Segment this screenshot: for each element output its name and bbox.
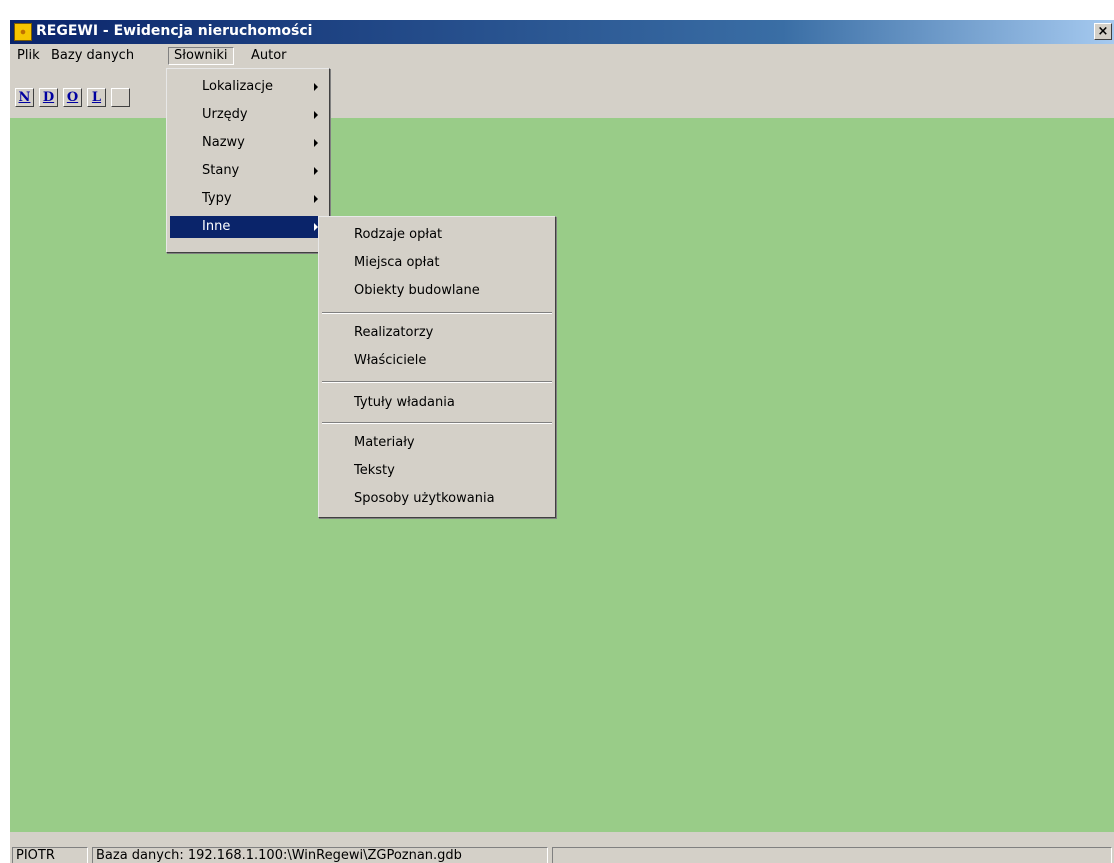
- menu-item-typy[interactable]: Typy: [170, 188, 326, 210]
- menu-item-wlasciciele[interactable]: Właściciele: [322, 350, 552, 372]
- menu-item-lokalizacje[interactable]: Lokalizacje: [170, 76, 326, 98]
- close-button[interactable]: ×: [1094, 23, 1112, 40]
- menu-plik[interactable]: Plik: [12, 47, 45, 65]
- toolbar-button-extra[interactable]: [111, 88, 130, 107]
- menu-bazy-danych[interactable]: Bazy danych: [46, 47, 139, 65]
- menu-item-label: Inne: [202, 219, 231, 234]
- menu-item-label: Urzędy: [202, 107, 248, 122]
- submenu-arrow-icon: [314, 195, 318, 203]
- toolbar-button-o[interactable]: O: [63, 88, 82, 107]
- submenu-arrow-icon: [314, 167, 318, 175]
- menu-slowniki[interactable]: Słowniki: [168, 47, 234, 65]
- menu-item-label: Stany: [202, 163, 240, 178]
- menu-item-tytuly-wladania[interactable]: Tytuły władania: [322, 392, 552, 414]
- menu-item-stany[interactable]: Stany: [170, 160, 326, 182]
- menu-item-label: Nazwy: [202, 135, 245, 150]
- toolbar-button-l[interactable]: L: [87, 88, 106, 107]
- menu-item-obiekty-budowlane[interactable]: Obiekty budowlane: [322, 280, 552, 302]
- submenu-arrow-icon: [314, 111, 318, 119]
- menu-item-sposoby-uzytkowania[interactable]: Sposoby użytkowania: [322, 488, 552, 510]
- menu-item-materialy[interactable]: Materiały: [322, 432, 552, 454]
- menu-item-nazwy[interactable]: Nazwy: [170, 132, 326, 154]
- menu-item-rodzaje-oplat[interactable]: Rodzaje opłat: [322, 224, 552, 246]
- menu-separator: [322, 312, 552, 314]
- menu-separator: [322, 381, 552, 383]
- menu-item-miejsca-oplat[interactable]: Miejsca opłat: [322, 252, 552, 274]
- menu-bar: Plik Bazy danych Słowniki Autor: [10, 44, 1114, 68]
- app-icon: [14, 23, 32, 41]
- status-extra: [552, 847, 1112, 863]
- slowniki-menu: Lokalizacje Urzędy Nazwy Stany Typy Inne: [166, 68, 330, 253]
- inne-submenu: Rodzaje opłat Miejsca opłat Obiekty budo…: [318, 216, 556, 518]
- menu-item-label: Lokalizacje: [202, 79, 274, 94]
- main-window: REGEWI - Ewidencja nieruchomości × Plik …: [10, 20, 1114, 863]
- menu-item-realizatorzy[interactable]: Realizatorzy: [322, 322, 552, 344]
- status-bar: PIOTR Baza danych: 192.168.1.100:\WinReg…: [10, 832, 1114, 863]
- submenu-arrow-icon: [314, 139, 318, 147]
- menu-item-teksty[interactable]: Teksty: [322, 460, 552, 482]
- status-database: Baza danych: 192.168.1.100:\WinRegewi\ZG…: [92, 847, 548, 863]
- menu-item-label: Typy: [202, 191, 232, 206]
- menu-separator: [322, 422, 552, 424]
- submenu-arrow-icon: [314, 83, 318, 91]
- toolbar-button-d[interactable]: D: [39, 88, 58, 107]
- status-user: PIOTR: [12, 847, 88, 863]
- menu-autor[interactable]: Autor: [246, 47, 292, 65]
- title-bar[interactable]: REGEWI - Ewidencja nieruchomości ×: [10, 20, 1114, 44]
- menu-item-inne[interactable]: Inne: [170, 216, 326, 238]
- toolbar-button-n[interactable]: N: [15, 88, 34, 107]
- menu-item-urzedy[interactable]: Urzędy: [170, 104, 326, 126]
- window-title: REGEWI - Ewidencja nieruchomości: [36, 23, 313, 39]
